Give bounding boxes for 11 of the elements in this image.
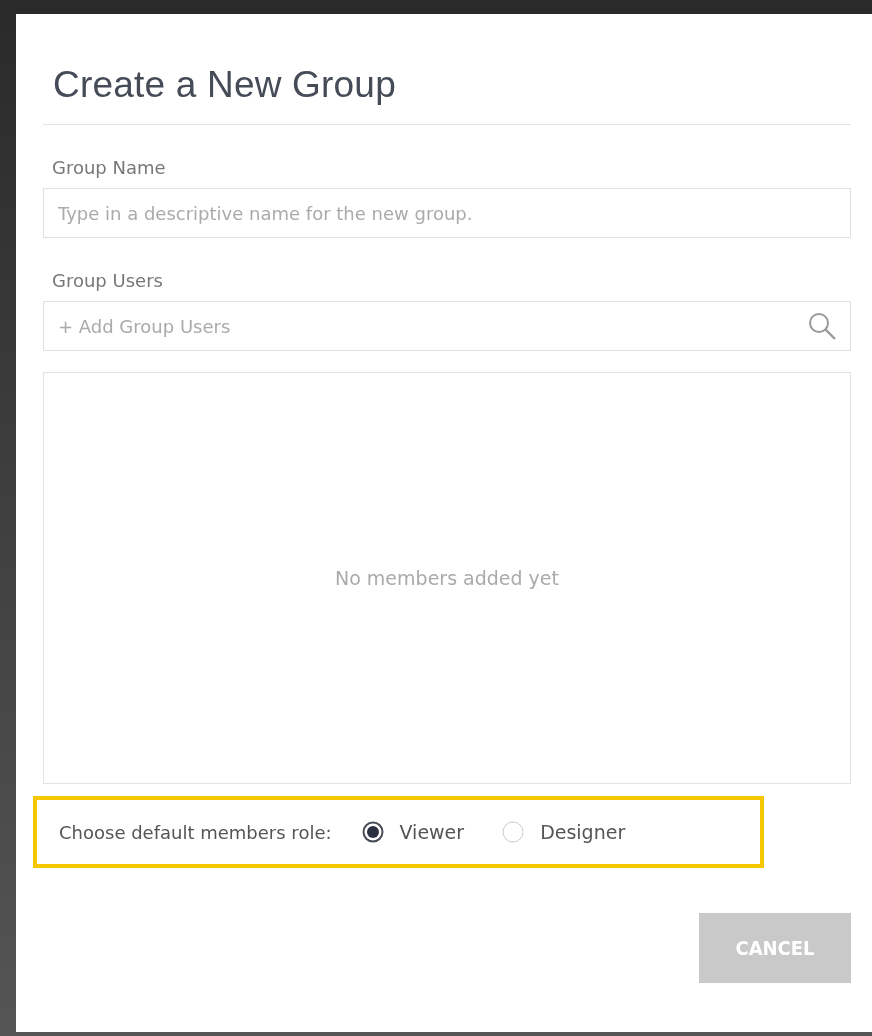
dialog-title: Create a New Group <box>43 14 851 125</box>
role-label: Choose default members role: <box>59 821 332 843</box>
field-label: Group Users <box>52 270 163 291</box>
search-icon[interactable] <box>807 311 837 341</box>
radio-option[interactable]: Designer <box>502 821 626 843</box>
empty-message: No members added yet <box>335 567 559 589</box>
input-field[interactable]: Type in a descriptive name for the new group. <box>43 188 851 238</box>
radio-option[interactable]: Viewer <box>361 821 465 843</box>
radio-icon[interactable] <box>361 821 384 843</box>
field-label: Group Name <box>52 157 166 178</box>
search-field[interactable]: + Add Group Users <box>43 301 851 351</box>
